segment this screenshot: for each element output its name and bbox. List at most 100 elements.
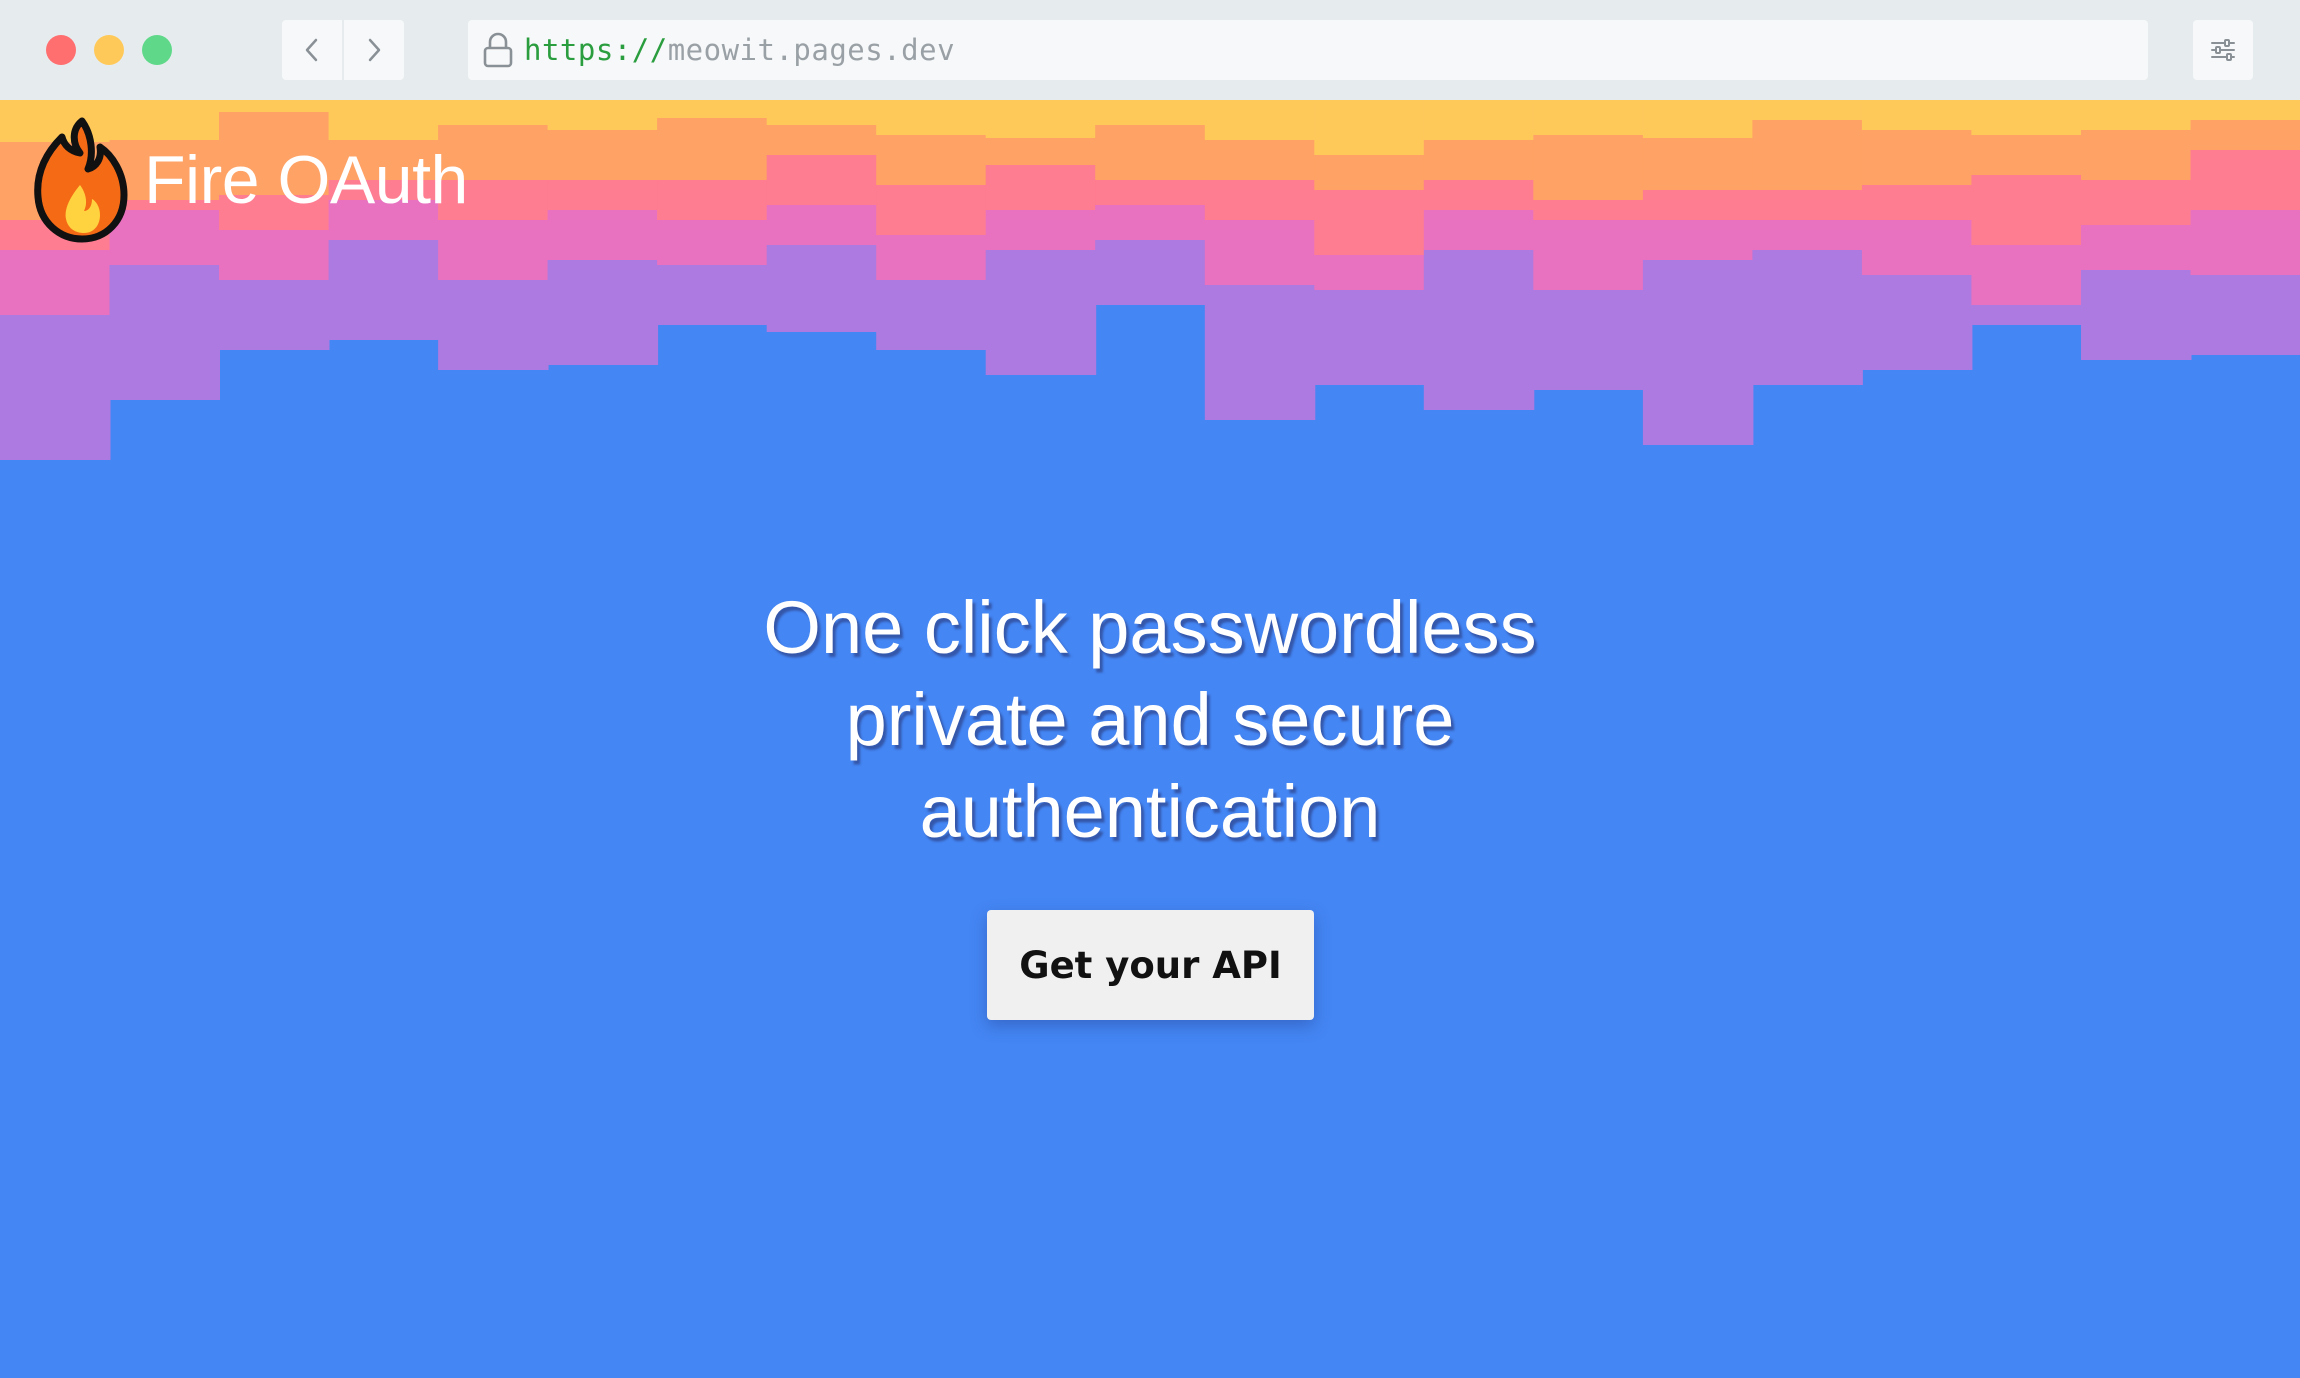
gradient-block bbox=[219, 280, 330, 350]
gradient-block bbox=[2081, 270, 2192, 360]
gradient-block bbox=[1642, 220, 1754, 260]
gradient-block bbox=[657, 100, 768, 118]
gradient-block bbox=[657, 265, 768, 325]
gradient-block bbox=[1642, 260, 1754, 445]
gradient-block bbox=[1204, 285, 1316, 420]
gradient-block bbox=[876, 100, 987, 135]
gradient-block bbox=[657, 220, 768, 265]
gradient-block bbox=[1861, 275, 1973, 370]
chevron-left-icon bbox=[305, 38, 318, 62]
gradient-block bbox=[2190, 100, 2300, 120]
gradient-block bbox=[1423, 100, 1535, 140]
gradient-block bbox=[1861, 100, 1973, 130]
gradient-block bbox=[1533, 100, 1644, 135]
gradient-block bbox=[1971, 135, 2082, 175]
gradient-block bbox=[1642, 100, 1754, 138]
get-api-button[interactable]: Get your API bbox=[987, 910, 1314, 1020]
gradient-block bbox=[2190, 275, 2300, 355]
brand-name: Fire OAuth bbox=[144, 142, 468, 218]
settings-button[interactable] bbox=[2193, 20, 2253, 80]
gradient-block bbox=[1423, 180, 1535, 210]
gradient-block bbox=[0, 315, 111, 460]
url-host: meowit.pages.dev bbox=[667, 33, 956, 67]
gradient-block bbox=[1861, 130, 1973, 185]
url-text: https://meowit.pages.dev bbox=[524, 33, 955, 67]
gradient-block bbox=[1204, 140, 1316, 180]
gradient-block bbox=[985, 100, 1097, 138]
gradient-block bbox=[547, 210, 659, 260]
url-scheme: https:// bbox=[524, 33, 668, 67]
gradient-block bbox=[876, 135, 987, 185]
gradient-block bbox=[1533, 220, 1644, 290]
gradient-block bbox=[1095, 125, 1206, 180]
headline-line: One click passwordless bbox=[763, 586, 1537, 669]
gradient-block bbox=[766, 155, 878, 205]
gradient-block bbox=[2190, 150, 2300, 210]
maximize-window-button[interactable] bbox=[142, 35, 172, 65]
gradient-block bbox=[1314, 190, 1425, 255]
gradient-block bbox=[2081, 130, 2192, 180]
gradient-block bbox=[1423, 140, 1535, 180]
forward-button[interactable] bbox=[344, 20, 404, 80]
gradient-block bbox=[547, 260, 659, 365]
gradient-block bbox=[985, 210, 1097, 250]
gradient-block bbox=[766, 245, 878, 332]
gradient-block bbox=[1314, 100, 1425, 155]
sliders-icon bbox=[2211, 39, 2235, 61]
gradient-block bbox=[1971, 245, 2082, 305]
gradient-block bbox=[1752, 120, 1863, 190]
gradient-block bbox=[2081, 100, 2192, 130]
gradient-block bbox=[1314, 255, 1425, 290]
gradient-block bbox=[985, 138, 1097, 165]
gradient-block bbox=[1971, 305, 2082, 325]
gradient-block bbox=[766, 205, 878, 245]
hero-headline: One click passwordless private and secur… bbox=[0, 582, 2300, 858]
navigation-buttons bbox=[282, 20, 404, 80]
gradient-block bbox=[657, 180, 768, 220]
gradient-block bbox=[2190, 210, 2300, 275]
gradient-block bbox=[766, 125, 878, 155]
minimize-window-button[interactable] bbox=[94, 35, 124, 65]
gradient-block bbox=[109, 265, 220, 400]
back-button[interactable] bbox=[282, 20, 342, 80]
gradient-block bbox=[1752, 250, 1863, 385]
gradient-block bbox=[1971, 175, 2082, 245]
gradient-block bbox=[876, 235, 987, 280]
gradient-block bbox=[1314, 290, 1425, 385]
gradient-block bbox=[219, 100, 330, 112]
gradient-block bbox=[1533, 200, 1644, 220]
gradient-block bbox=[1095, 205, 1206, 240]
gradient-block bbox=[1204, 100, 1316, 140]
headline-line: authentication bbox=[919, 770, 1381, 853]
gradient-block bbox=[1861, 185, 1973, 220]
gradient-block bbox=[1095, 100, 1206, 125]
gradient-block bbox=[1642, 138, 1754, 190]
address-bar[interactable]: https://meowit.pages.dev bbox=[468, 20, 2148, 80]
gradient-block bbox=[1423, 250, 1535, 410]
gradient-block bbox=[1971, 100, 2082, 135]
gradient-block bbox=[1095, 180, 1206, 205]
gradient-block bbox=[2081, 180, 2192, 225]
gradient-block bbox=[1095, 240, 1206, 305]
fire-icon bbox=[34, 117, 128, 243]
gradient-block bbox=[1752, 100, 1863, 120]
gradient-block bbox=[985, 165, 1097, 210]
close-window-button[interactable] bbox=[46, 35, 76, 65]
gradient-block bbox=[657, 118, 768, 180]
gradient-block bbox=[547, 130, 659, 180]
gradient-block bbox=[1314, 155, 1425, 190]
gradient-block bbox=[1752, 220, 1863, 250]
gradient-block bbox=[1533, 290, 1644, 390]
gradient-block bbox=[1204, 220, 1316, 285]
gradient-block bbox=[1204, 180, 1316, 220]
gradient-block bbox=[547, 180, 659, 210]
gradient-block bbox=[766, 100, 878, 125]
brand-logo[interactable]: Fire OAuth bbox=[30, 115, 468, 245]
gradient-block bbox=[1752, 190, 1863, 220]
gradient-block bbox=[547, 100, 659, 130]
gradient-block bbox=[0, 250, 111, 315]
headline-line: private and secure bbox=[845, 678, 1455, 761]
gradient-block bbox=[1423, 210, 1535, 250]
gradient-block bbox=[876, 280, 987, 350]
chevron-right-icon bbox=[368, 38, 381, 62]
